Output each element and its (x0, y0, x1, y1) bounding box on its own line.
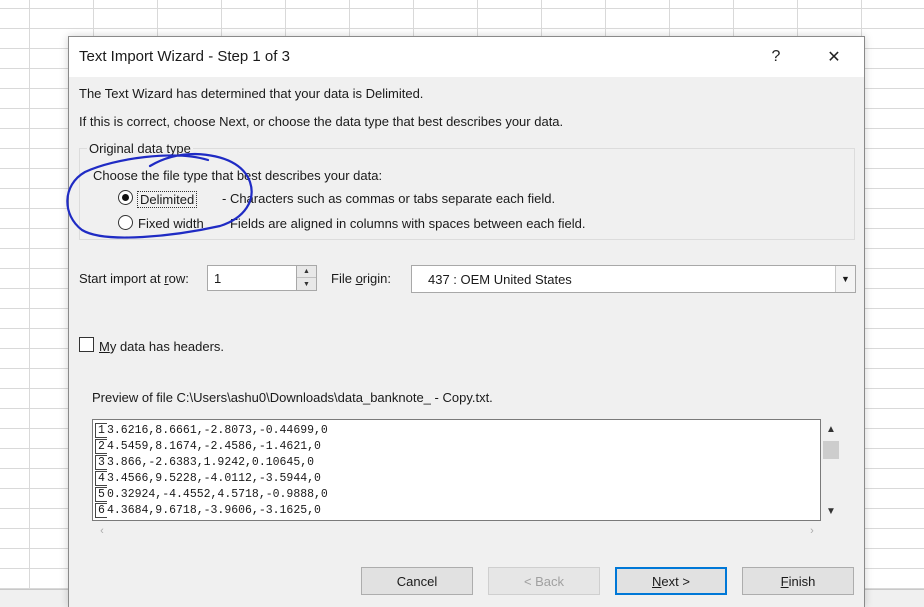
chevron-down-icon[interactable]: ▼ (835, 266, 855, 292)
next-button[interactable]: Next > (615, 567, 727, 595)
start-row-input[interactable]: 1 (207, 265, 297, 291)
row-text: 0.32924,-4.4552,4.5718,-0.9888,0 (107, 488, 328, 501)
intro-line-1: The Text Wizard has determined that your… (79, 86, 424, 101)
fixed-width-description: - Fields are aligned in columns with spa… (222, 216, 586, 231)
scroll-thumb[interactable] (823, 441, 839, 459)
intro-line-2: If this is correct, choose Next, or choo… (79, 114, 564, 129)
scroll-up-icon[interactable]: ▲ (821, 421, 841, 437)
title-bar: Text Import Wizard - Step 1 of 3 ? ✕ (69, 37, 864, 77)
delimited-label[interactable]: Delimited (137, 191, 198, 208)
original-data-type-group: Original data type Choose the file type … (79, 141, 855, 240)
row-number: 2 (95, 439, 107, 454)
preview-row: 6 4.3684,9.6718,-3.9606,-3.1625,0 (95, 503, 321, 519)
row-text: 4.3684,9.6718,-3.9606,-3.1625,0 (107, 504, 321, 517)
spin-up-icon[interactable]: ▲ (297, 266, 316, 278)
start-import-label: Start import at row: (79, 271, 189, 286)
finish-button[interactable]: Finish (742, 567, 854, 595)
scroll-right-icon[interactable]: › (804, 523, 820, 539)
spin-down-icon[interactable]: ▼ (297, 278, 316, 290)
row-number: 6 (95, 503, 107, 518)
dialog-title: Text Import Wizard - Step 1 of 3 (79, 48, 290, 65)
row-text: 3.6216,8.6661,-2.8073,-0.44699,0 (107, 424, 328, 437)
start-row-stepper[interactable]: ▲ ▼ (297, 265, 317, 291)
row-number: 3 (95, 455, 107, 470)
preview-vertical-scrollbar[interactable]: ▲ ▼ (821, 419, 841, 521)
file-origin-value: 437 : OEM United States (428, 272, 572, 287)
file-type-prompt: Choose the file type that best describes… (93, 168, 383, 183)
row-number: 5 (95, 487, 107, 502)
preview-row: 3 3.866,-2.6383,1.9242,0.10645,0 (95, 455, 314, 471)
scroll-down-icon[interactable]: ▼ (821, 503, 841, 519)
file-origin-label: File origin: (331, 271, 391, 286)
back-button[interactable]: < Back (488, 567, 600, 595)
preview-row: 2 4.5459,8.1674,-2.4586,-1.4621,0 (95, 439, 321, 455)
preview-pane[interactable]: 1 3.6216,8.6661,-2.8073,-0.44699,0 2 4.545… (92, 419, 821, 521)
row-text: 3.866,-2.6383,1.9242,0.10645,0 (107, 456, 315, 469)
scroll-left-icon[interactable]: ‹ (94, 523, 110, 539)
preview-horizontal-scrollbar[interactable]: ‹ › (92, 523, 821, 539)
preview-row: 4 3.4566,9.5228,-4.0112,-3.5944,0 (95, 471, 321, 487)
preview-label: Preview of file C:\Users\ashu0\Downloads… (92, 390, 493, 405)
text-import-wizard-dialog: Text Import Wizard - Step 1 of 3 ? ✕ The… (68, 36, 865, 607)
cancel-button[interactable]: Cancel (361, 567, 473, 595)
row-text: 4.5459,8.1674,-2.4586,-1.4621,0 (107, 440, 321, 453)
file-origin-select[interactable]: 437 : OEM United States ▼ (411, 265, 856, 293)
group-legend: Original data type (87, 141, 193, 156)
preview-row: 1 3.6216,8.6661,-2.8073,-0.44699,0 (95, 423, 328, 439)
row-number: 4 (95, 471, 107, 486)
help-button[interactable]: ? (753, 37, 799, 77)
close-icon[interactable]: ✕ (811, 37, 857, 77)
delimited-description: - Characters such as commas or tabs sepa… (222, 191, 556, 206)
row-number: 1 (95, 423, 107, 438)
fixed-width-label[interactable]: Fixed width (138, 216, 204, 231)
headers-checkbox-label[interactable]: My data has headers. (99, 339, 224, 354)
preview-row: 5 0.32924,-4.4552,4.5718,-0.9888,0 (95, 487, 328, 503)
fixed-width-radio[interactable] (118, 215, 133, 230)
row-text: 3.4566,9.5228,-4.0112,-3.5944,0 (107, 472, 321, 485)
headers-checkbox[interactable] (79, 337, 94, 352)
delimited-radio[interactable] (118, 190, 133, 205)
